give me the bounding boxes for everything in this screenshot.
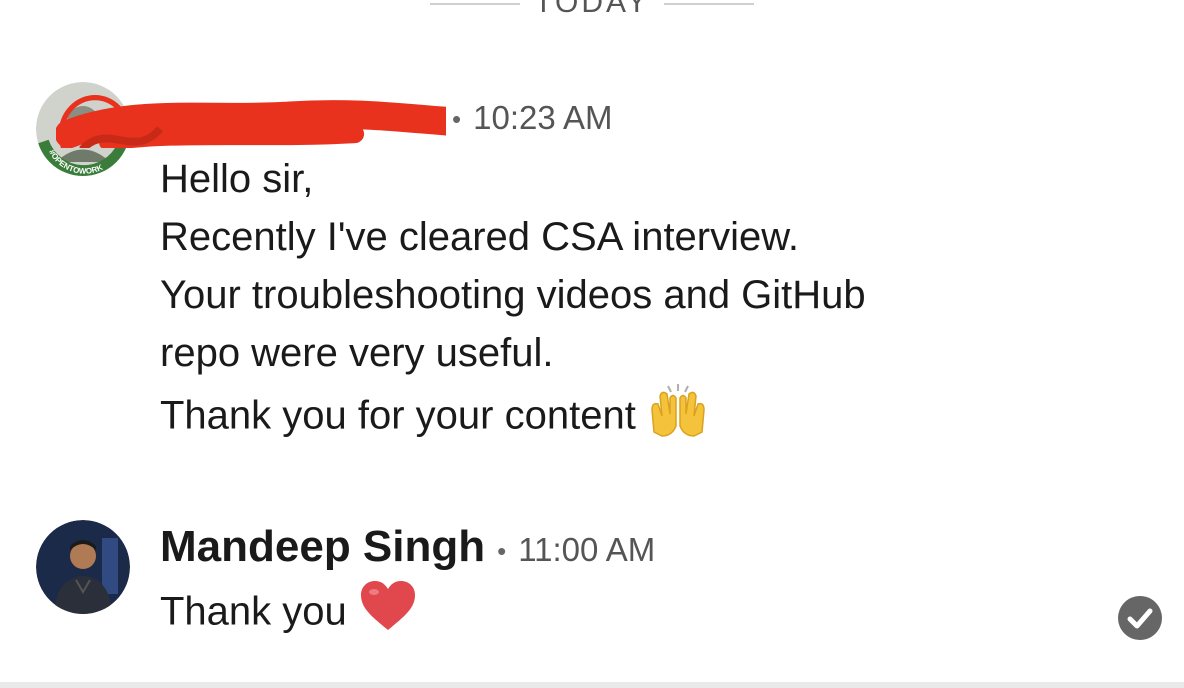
sender-name[interactable]: Mandeep Singh [160, 522, 485, 571]
day-divider: TODAY [0, 0, 1184, 20]
separator-dot: • [452, 103, 462, 134]
message-line-with-emoji: Thank you [160, 580, 417, 648]
message-body-1: Hello sir, Recently I've cleared CSA int… [160, 150, 866, 454]
raising-hands-emoji [648, 382, 708, 454]
message-header-2: Mandeep Singh • 11:00 AM [160, 522, 655, 572]
message-timestamp: 11:00 AM [518, 531, 656, 568]
message-line: Recently I've cleared CSA interview. [160, 215, 800, 259]
message-line: Your troubleshooting videos and GitHub [160, 273, 866, 317]
bottom-divider [0, 682, 1184, 688]
message-line-with-emoji: Thank you for your content [160, 382, 866, 454]
message-line: repo were very useful. [160, 331, 554, 375]
message-line: Thank you [160, 589, 347, 634]
message-line: Thank you for your content [160, 393, 636, 438]
sender-avatar[interactable] [36, 520, 130, 614]
red-heart-emoji [359, 580, 417, 648]
message-header-1: • 10:23 AM [160, 96, 613, 138]
message-line: Hello sir, [160, 157, 314, 201]
message-timestamp: 10:23 AM [473, 99, 613, 136]
day-divider-label: TODAY [534, 0, 650, 19]
separator-dot: • [497, 535, 507, 566]
avatar-image [36, 520, 130, 614]
read-check-icon [1118, 596, 1162, 640]
message-body-2: Thank you [160, 580, 417, 648]
divider-line-left [430, 3, 521, 6]
divider-line-right [663, 3, 754, 6]
